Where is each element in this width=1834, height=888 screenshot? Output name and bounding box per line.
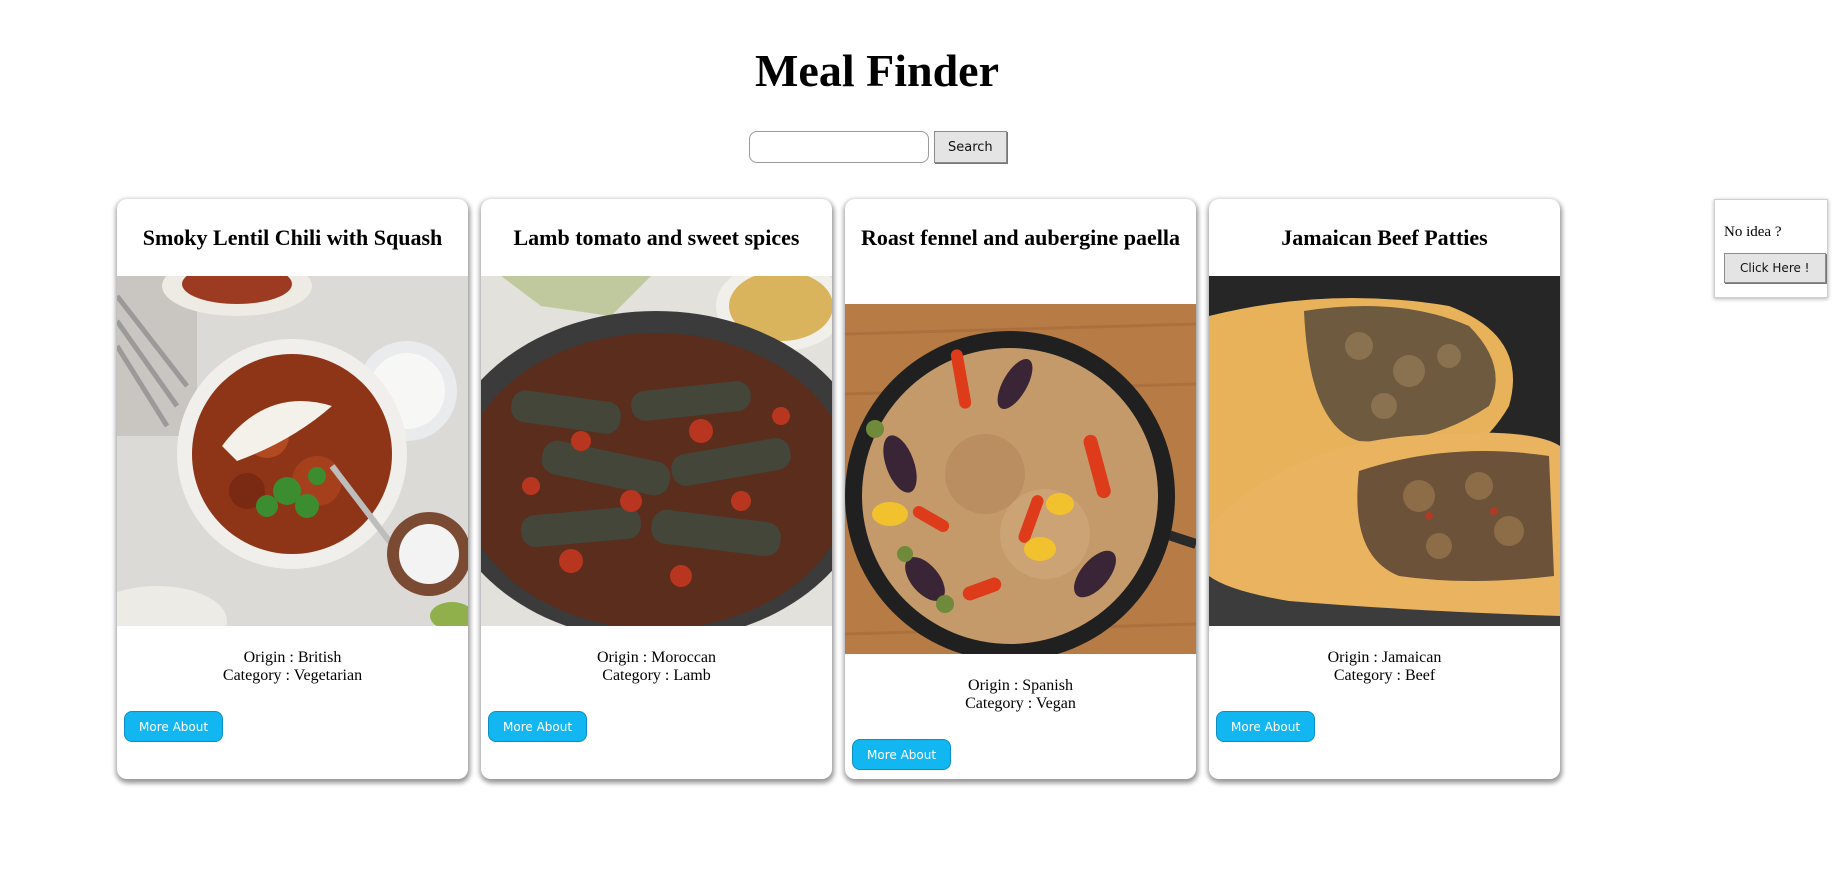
meal-image [845, 304, 1196, 654]
meal-origin: Origin : Spanish [968, 677, 1073, 694]
meal-title: Lamb tomato and sweet spices [513, 225, 800, 250]
meal-list: Smoky Lentil Chili with Squash Origin: … [117, 199, 1560, 779]
random-meal-panel: No idea ? Click Here ! [1714, 199, 1828, 298]
meal-category: Category : Vegan [965, 695, 1076, 712]
meal-card: Smoky Lentil Chili with Squash Origin: … [117, 199, 468, 779]
meal-info: Origin : Moroccan Category : Lamb [481, 626, 832, 685]
meal-title: Smoky Lentil Chili with Squash [142, 225, 443, 250]
search-bar: Search [749, 131, 1007, 163]
meal-origin: Origin : British [243, 649, 342, 666]
meal-info: Origin : British Category : Vegetarian [117, 626, 468, 685]
meal-origin: Origin : Jamaican [1327, 649, 1442, 666]
no-idea-text: No idea ? [1724, 224, 1782, 240]
page-title: Meal Finder [755, 45, 999, 96]
meal-image [481, 276, 832, 626]
meal-card: Roast fennel and aubergine paella Origin… [845, 199, 1196, 779]
more-about-button[interactable]: More About [124, 711, 224, 742]
meal-info: Origin : Jamaican Category : Beef [1209, 626, 1560, 685]
meal-title: Jamaican Beef Patties [1281, 225, 1488, 250]
search-button[interactable]: Search [934, 131, 1007, 163]
more-about-button[interactable]: More About [488, 711, 588, 742]
meal-card: Jamaican Beef Patties Origin: Jamaican … [1209, 199, 1560, 779]
meal-card: Lamb tomato and sweet spices Origin: Mo… [481, 199, 832, 779]
page: Meal Finder Search Smoky Lentil Chili wi… [0, 0, 1834, 888]
meal-category: Category : Beef [1333, 667, 1436, 684]
search-input[interactable] [749, 131, 929, 163]
meal-origin: Origin : Moroccan [596, 649, 717, 666]
meal-image [117, 276, 468, 626]
meal-category: Category : Vegetarian [222, 667, 363, 684]
meal-title: Roast fennel and aubergine paella [860, 225, 1181, 250]
more-about-button[interactable]: More About [1216, 711, 1316, 742]
random-meal-button[interactable]: Click Here ! [1724, 253, 1826, 283]
meal-image [1209, 276, 1560, 626]
more-about-button[interactable]: More About [852, 739, 952, 770]
meal-info: Origin : Spanish Category : Vegan [845, 654, 1196, 713]
meal-category: Category : Lamb [602, 667, 711, 684]
